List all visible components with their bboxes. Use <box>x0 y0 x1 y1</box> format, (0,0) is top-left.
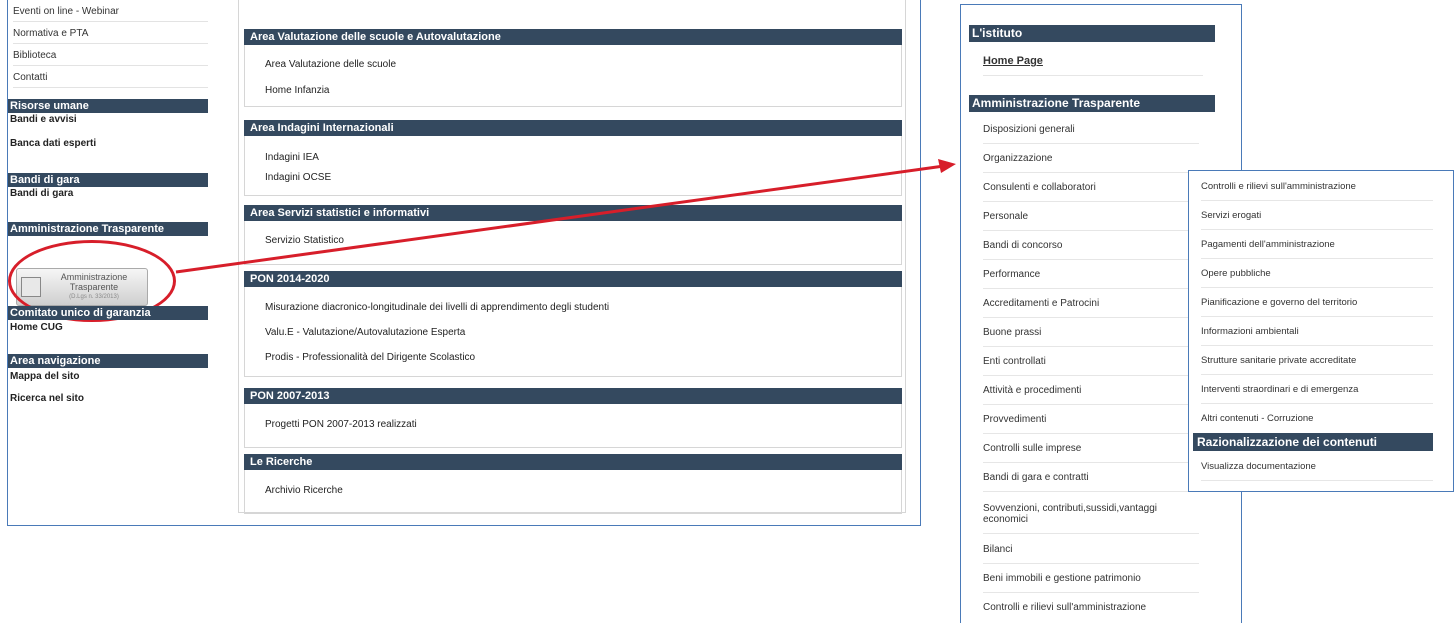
amm-trasparente-heading: Amministrazione Trasparente <box>969 95 1215 112</box>
popup-item-controlli-rilievi[interactable]: Controlli e rilievi sull'amministrazione <box>1201 181 1433 201</box>
at-item-personale[interactable]: Personale <box>983 211 1199 231</box>
section-title: Le Ricerche <box>244 454 902 470</box>
sidebar-heading-risorse-umane: Risorse umane <box>8 99 208 113</box>
at-item-enti-controllati[interactable]: Enti controllati <box>983 356 1199 376</box>
at-item-organizzazione[interactable]: Organizzazione <box>983 153 1199 173</box>
section-title: Area Valutazione delle scuole e Autovalu… <box>244 29 902 45</box>
section-title: PON 2014-2020 <box>244 271 902 287</box>
section-pon-2007-2013: PON 2007-2013 Progetti PON 2007-2013 rea… <box>244 388 902 448</box>
sidebar-link-mappa[interactable]: Mappa del sito <box>10 371 79 382</box>
content-link[interactable]: Misurazione diacronico-longitudinale dei… <box>265 302 609 313</box>
sidebar-link-ricerca[interactable]: Ricerca nel sito <box>10 393 84 404</box>
sidebar-heading-bandi-gara: Bandi di gara <box>8 173 208 187</box>
section-le-ricerche: Le Ricerche Archivio Ricerche <box>244 454 902 514</box>
at-item-controlli-rilievi[interactable]: Controlli e rilievi sull'amministrazione <box>983 602 1199 621</box>
section-area-indagini: Area Indagini Internazionali Indagini IE… <box>244 120 902 196</box>
at-item-beni-immobili[interactable]: Beni immobili e gestione patrimonio <box>983 573 1199 593</box>
popup-item-visualizza[interactable]: Visualizza documentazione <box>1201 461 1433 481</box>
at-item-accreditamenti[interactable]: Accreditamenti e Patrocini <box>983 298 1199 318</box>
sidebar-link-biblioteca[interactable]: Biblioteca <box>13 50 208 66</box>
section-body: Indagini IEA Indagini OCSE <box>244 136 902 196</box>
section-body: Misurazione diacronico-longitudinale dei… <box>244 287 902 377</box>
sidebar-link-banca-dati[interactable]: Banca dati esperti <box>10 138 96 149</box>
popup-item-altri-contenuti[interactable]: Altri contenuti - Corruzione <box>1201 413 1433 432</box>
at-item-consulenti[interactable]: Consulenti e collaboratori <box>983 182 1199 202</box>
content-link[interactable]: Prodis - Professionalità del Dirigente S… <box>265 352 475 363</box>
at-item-disposizioni[interactable]: Disposizioni generali <box>983 124 1199 144</box>
popup-item-informazioni-ambientali[interactable]: Informazioni ambientali <box>1201 326 1433 346</box>
sidebar-link-bandi-avvisi[interactable]: Bandi e avvisi <box>10 114 77 125</box>
sidebar-link-webinar[interactable]: Eventi on line - Webinar <box>13 6 208 22</box>
sidebar-link-contatti[interactable]: Contatti <box>13 72 208 88</box>
at-item-provvedimenti[interactable]: Provvedimenti <box>983 414 1199 434</box>
sidebar-heading-amm-trasparente: Amministrazione Trasparente <box>8 222 208 236</box>
content-link[interactable]: Area Valutazione delle scuole <box>265 59 396 70</box>
section-title: PON 2007-2013 <box>244 388 902 404</box>
at-item-bilanci[interactable]: Bilanci <box>983 544 1199 564</box>
sidebar-heading-cug: Comitato unico di garanzia <box>8 306 208 320</box>
popup-item-strutture-sanitarie[interactable]: Strutture sanitarie private accreditate <box>1201 355 1433 375</box>
popup-item-pianificazione[interactable]: Pianificazione e governo del territorio <box>1201 297 1433 317</box>
left-sidebar: Eventi on line - Webinar Normativa e PTA… <box>8 0 211 525</box>
istituto-heading: L'istituto <box>969 25 1215 42</box>
sidebar-heading-area-navigazione: Area navigazione <box>8 354 208 368</box>
section-body: Progetti PON 2007-2013 realizzati <box>244 404 902 448</box>
section-title: Area Indagini Internazionali <box>244 120 902 136</box>
section-body: Area Valutazione delle scuole Home Infan… <box>244 45 902 107</box>
section-body: Servizio Statistico <box>244 221 902 265</box>
popup-heading-razionalizzazione: Razionalizzazione dei contenuti <box>1193 433 1433 451</box>
at-item-buone-prassi[interactable]: Buone prassi <box>983 327 1199 347</box>
popup-item-interventi[interactable]: Interventi straordinari e di emergenza <box>1201 384 1433 404</box>
content-link[interactable]: Home Infanzia <box>265 85 329 96</box>
sidebar-link-normativa[interactable]: Normativa e PTA <box>13 28 208 44</box>
popup-item-pagamenti[interactable]: Pagamenti dell'amministrazione <box>1201 239 1433 259</box>
content-link[interactable]: Servizio Statistico <box>265 235 344 246</box>
at-item-performance[interactable]: Performance <box>983 269 1199 289</box>
content-link[interactable]: Indagini OCSE <box>265 172 331 183</box>
section-area-valutazione: Area Valutazione delle scuole e Autovalu… <box>244 29 902 107</box>
content-link[interactable]: Archivio Ricerche <box>265 485 343 496</box>
submenu-popup: Controlli e rilievi sull'amministrazione… <box>1188 170 1454 492</box>
at-item-bandi-concorso[interactable]: Bandi di concorso <box>983 240 1199 260</box>
section-title: Area Servizi statistici e informativi <box>244 205 902 221</box>
at-item-attivita[interactable]: Attività e procedimenti <box>983 385 1199 405</box>
section-body: Archivio Ricerche <box>244 470 902 514</box>
at-item-sovvenzioni[interactable]: Sovvenzioni, contributi,sussidi,vantaggi… <box>983 503 1199 534</box>
at-item-controlli-imprese[interactable]: Controlli sulle imprese <box>983 443 1199 463</box>
arrow-head <box>938 159 956 173</box>
section-pon-2014-2020: PON 2014-2020 Misurazione diacronico-lon… <box>244 271 902 377</box>
content-link[interactable]: Valu.E - Valutazione/Autovalutazione Esp… <box>265 327 465 338</box>
sidebar-link-bandi-gara[interactable]: Bandi di gara <box>10 188 73 199</box>
content-link[interactable]: Indagini IEA <box>265 152 319 163</box>
at-item-bandi-gara-contratti[interactable]: Bandi di gara e contratti <box>983 472 1199 492</box>
popup-item-opere-pubbliche[interactable]: Opere pubbliche <box>1201 268 1433 288</box>
section-servizi-statistici: Area Servizi statistici e informativi Se… <box>244 205 902 265</box>
popup-item-servizi-erogati[interactable]: Servizi erogati <box>1201 210 1433 230</box>
sidebar-link-home-cug[interactable]: Home CUG <box>10 322 63 333</box>
main-content: Area Valutazione delle scuole e Autovalu… <box>238 0 906 514</box>
home-page-link[interactable]: Home Page <box>983 55 1203 76</box>
left-screenshot: Eventi on line - Webinar Normativa e PTA… <box>7 0 921 526</box>
content-link[interactable]: Progetti PON 2007-2013 realizzati <box>265 419 417 430</box>
